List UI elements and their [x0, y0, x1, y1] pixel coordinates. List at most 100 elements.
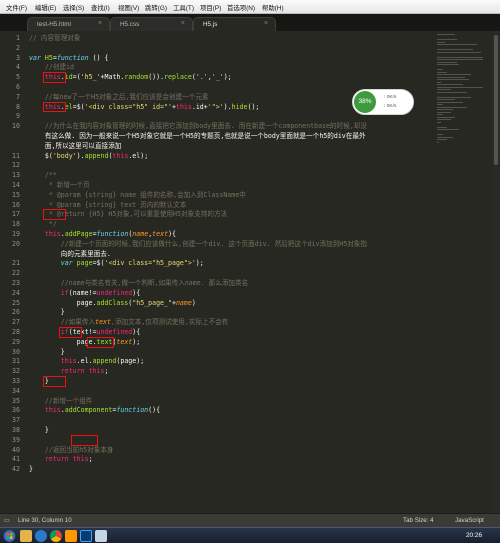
- minimap[interactable]: [437, 31, 492, 151]
- line-number: 39: [12, 435, 20, 444]
- minimap-line: [437, 41, 445, 43]
- code-line[interactable]: page.addClass("h5_page_"+name): [29, 299, 196, 308]
- line-number: 25: [12, 298, 20, 307]
- download-speed: ↓ 0K/s: [383, 104, 396, 109]
- syntax-selector[interactable]: JavaScript: [455, 517, 484, 524]
- line-number: 26: [12, 308, 20, 317]
- network-speed-widget[interactable]: 38% ↑ 0K/s ↓ 0K/s: [352, 89, 414, 115]
- code-line[interactable]: this.el.append(page);: [29, 357, 144, 366]
- minimap-line: [437, 59, 483, 60]
- line-number-gutter: 1 2 3 4 5 6 7 8 9 10 11 12 13 14 15 16 17 18 19 20 21 22 23 24 2…: [0, 31, 25, 513]
- code-line[interactable]: }: [29, 308, 65, 317]
- editor-area[interactable]: 1 2 3 4 5 6 7 8 9 10 11 12 13 14 15 16 17 18 19 20 21 22 23 24 2…: [0, 31, 500, 513]
- menu-item[interactable]: 帮助(H): [262, 3, 284, 12]
- line-number: 30: [12, 347, 20, 356]
- line-number: 42: [12, 465, 20, 474]
- code-line[interactable]: //新建一个页面的时候,我们应该做什么,创建一个div. 这个页面div. 然后…: [29, 240, 367, 249]
- close-icon[interactable]: ×: [264, 20, 268, 27]
- code-line[interactable]: 向的元素里面去.: [29, 250, 111, 259]
- code-line[interactable]: */: [29, 220, 57, 229]
- menu-item[interactable]: 选择(S): [63, 3, 84, 12]
- code-line[interactable]: if(name!=undefined){: [29, 289, 140, 298]
- code-line[interactable]: return this;: [29, 455, 93, 464]
- code-line[interactable]: if(text!=undefined){: [29, 328, 140, 337]
- code-line[interactable]: page.text(text);: [29, 338, 141, 347]
- code-line[interactable]: return this;: [29, 367, 109, 376]
- minimap-line: [437, 76, 465, 78]
- code-line[interactable]: 有这么做. 因为一般来说一个H5对象它就是一个H5的专题页,也就是说一个body…: [29, 132, 366, 141]
- code-line[interactable]: //新增一个组件: [29, 397, 93, 406]
- minimap-line: [437, 79, 469, 80]
- minimap-line: [437, 56, 483, 58]
- highlight-box: [87, 336, 114, 348]
- cursor-position: Line 30, Column 10: [18, 517, 72, 524]
- photoshop-icon[interactable]: [80, 530, 92, 542]
- code-line[interactable]: * @param {string} name 组件的名称,会加入到ClassNa…: [29, 191, 246, 200]
- menu-item[interactable]: 文件(F): [6, 3, 27, 12]
- tab-size-selector[interactable]: Tab Size: 4: [403, 517, 434, 524]
- minimap-line: [437, 139, 447, 140]
- menu-item[interactable]: 编辑(E): [35, 3, 56, 12]
- code-line[interactable]: //name与类名有关,做一个判断,如果传入name. 那么添加类名: [29, 279, 248, 288]
- line-number: 31: [12, 357, 20, 366]
- menu-item[interactable]: 项目(P): [200, 3, 221, 12]
- windows-start-icon[interactable]: [3, 530, 16, 542]
- notepad-icon[interactable]: [95, 530, 107, 542]
- minimap-line: [437, 121, 441, 123]
- scrollbar-thumb[interactable]: [494, 35, 498, 165]
- minimap-line: [437, 86, 483, 88]
- sublime-text-icon[interactable]: [65, 530, 77, 542]
- code-line[interactable]: //返回当前h5对象本身: [29, 446, 114, 455]
- code-line[interactable]: 面,所以这里可以直接添加: [29, 142, 122, 151]
- file-explorer-icon[interactable]: [20, 530, 32, 542]
- status-bar: ▭ Line 30, Column 10 Tab Size: 4 JavaScr…: [0, 513, 500, 527]
- line-number: 11: [12, 151, 20, 160]
- line-number: 19: [12, 230, 20, 238]
- code-line[interactable]: this.addComponent=function(){: [29, 406, 160, 415]
- taskbar-clock: 20:26: [466, 532, 482, 539]
- code-line[interactable]: * @param {string} text 页内的默认文本: [29, 201, 186, 210]
- line-number: 37: [12, 416, 20, 425]
- menu-item[interactable]: 跳转(G): [145, 3, 167, 12]
- code-line[interactable]: }: [29, 348, 65, 357]
- line-number: 29: [12, 337, 20, 346]
- chrome-icon[interactable]: [50, 530, 62, 542]
- line-number: 23: [12, 279, 20, 287]
- line-number: 36: [12, 406, 20, 415]
- code-line[interactable]: }: [29, 465, 33, 474]
- line-number: 13: [12, 171, 20, 180]
- browser-icon[interactable]: [35, 530, 47, 542]
- editor-tab[interactable]: test-H5.html ×: [27, 17, 110, 31]
- menu-item[interactable]: 首选项(N): [227, 3, 255, 12]
- code-line[interactable]: var H5=function () {: [29, 54, 108, 63]
- code-line[interactable]: this.addPage=function(name,text){: [29, 230, 176, 239]
- code-line[interactable]: //为什么在我内容对象管理的时候,直接把它添加到body里面去. 而在新建一个c…: [29, 122, 367, 131]
- code-line[interactable]: var page=$('<div class="h5_page">');: [29, 259, 204, 268]
- close-icon[interactable]: ×: [98, 20, 102, 27]
- editor-tab[interactable]: H5.js ×: [193, 17, 276, 31]
- minimap-line: [437, 39, 457, 40]
- code-line[interactable]: //创建id: [29, 63, 74, 72]
- status-panel-icon[interactable]: ▭: [4, 517, 10, 524]
- minimap-line: [437, 136, 453, 138]
- code-line[interactable]: /**: [29, 171, 57, 180]
- code-line[interactable]: * 新增一个页: [29, 181, 90, 190]
- code-line[interactable]: //如果传入text,添加文本,仅项测试使用,实际上不会有: [29, 318, 229, 327]
- close-icon[interactable]: ×: [181, 20, 185, 27]
- minimap-line: [437, 99, 455, 100]
- highlight-box: [43, 376, 66, 387]
- code-line[interactable]: $('body').append(this.el);: [29, 152, 148, 161]
- line-number: 3: [16, 53, 20, 62]
- menu-item[interactable]: 工具(T): [173, 3, 194, 12]
- code-line[interactable]: }: [29, 426, 49, 435]
- minimap-line: [437, 141, 439, 143]
- cpu-usage-ring: 38%: [354, 91, 376, 113]
- menu-item[interactable]: 查找(I): [91, 3, 110, 12]
- menu-item[interactable]: 视图(V): [118, 3, 139, 12]
- code-line[interactable]: // 内容管理对象: [29, 34, 80, 43]
- editor-tab[interactable]: H5.css ×: [110, 17, 193, 31]
- line-number: 5: [16, 73, 20, 82]
- minimap-line: [437, 34, 455, 35]
- vertical-scrollbar[interactable]: [492, 31, 500, 513]
- code-line[interactable]: //每new了一个H5对象之后,我们应该是会创建一个元素: [29, 93, 209, 102]
